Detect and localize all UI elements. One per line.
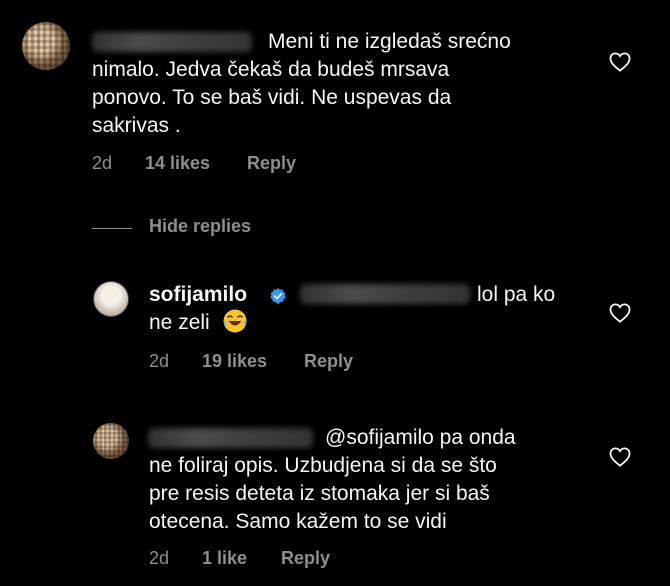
heart-icon[interactable] xyxy=(609,447,631,467)
laughing-emoji-icon xyxy=(223,309,247,333)
sofijamilo-avatar[interactable] xyxy=(93,281,129,317)
reply-meta: 2d 1 like Reply xyxy=(149,546,449,570)
reply-username[interactable]: sofijamilo xyxy=(149,281,247,309)
reply-text-line2: ne zeli xyxy=(149,311,210,334)
reply-time: 2d xyxy=(149,350,170,371)
comment-time: 2d xyxy=(92,152,113,173)
avatar-image xyxy=(22,22,70,70)
reply-button[interactable]: Reply xyxy=(281,548,330,569)
comment-likes[interactable]: 14 likes xyxy=(145,153,210,174)
blurred-username xyxy=(148,428,313,448)
reply-mention[interactable]: @sofijamilo pa onda xyxy=(325,424,516,452)
reply-time: 2d xyxy=(149,547,170,568)
hide-replies-line xyxy=(92,228,132,229)
reply-meta: 2d 19 likes Reply xyxy=(149,349,449,373)
commenter-avatar[interactable] xyxy=(93,423,129,459)
commenter-avatar[interactable] xyxy=(22,22,70,70)
heart-icon[interactable] xyxy=(609,303,631,323)
reply-text-line1: lol pa ko xyxy=(477,283,556,306)
reply-text: ne foliraj opis. Uzbudjena si da se što … xyxy=(149,454,497,533)
reply-likes[interactable]: 1 like xyxy=(202,548,247,569)
reply-button[interactable]: Reply xyxy=(247,153,296,174)
comment-text: Meni ti ne izgledaš srećno nimalo. Jedva… xyxy=(92,30,511,137)
comment-meta: 2d 14 likes Reply xyxy=(92,151,392,175)
reply-likes[interactable]: 19 likes xyxy=(202,351,267,372)
blurred-mention xyxy=(300,284,470,304)
heart-icon[interactable] xyxy=(609,52,631,72)
avatar-image xyxy=(93,423,129,459)
hide-replies-button[interactable]: Hide replies xyxy=(149,216,251,237)
reply-button[interactable]: Reply xyxy=(304,351,353,372)
verified-badge-icon xyxy=(270,288,286,304)
